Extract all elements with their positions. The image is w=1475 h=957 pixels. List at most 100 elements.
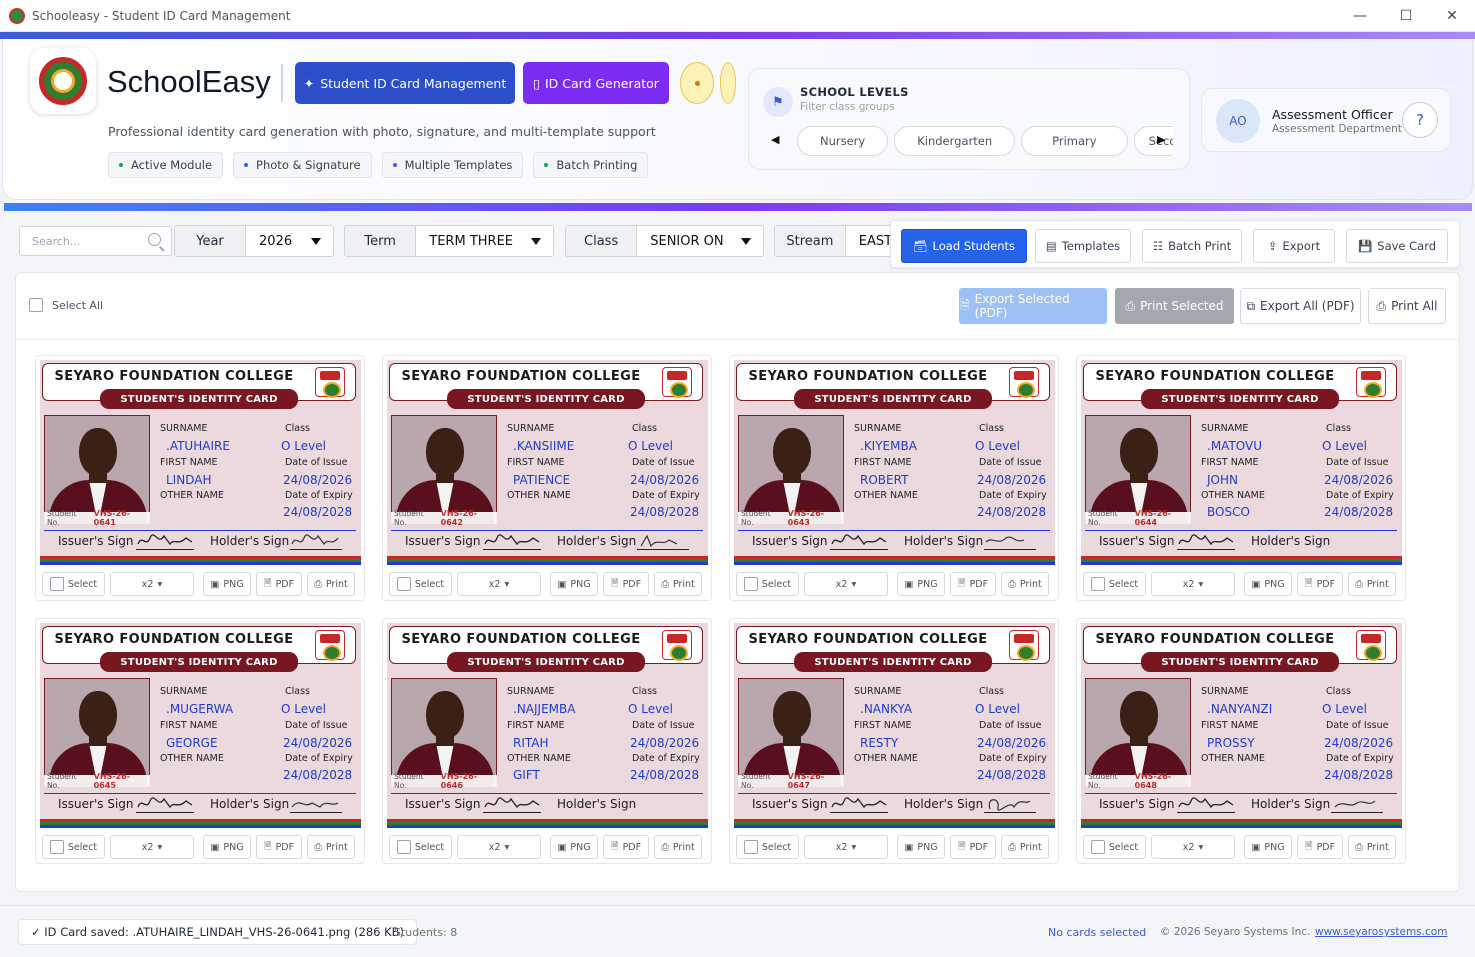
print-selected-button[interactable]: ⎙ Print Selected bbox=[1115, 288, 1234, 324]
print-button[interactable]: ⎙ Print bbox=[654, 835, 702, 859]
png-button[interactable]: ▣ PNG bbox=[897, 572, 945, 596]
export-button[interactable]: ⇪ Export bbox=[1253, 229, 1335, 263]
png-button[interactable]: ▣ PNG bbox=[1244, 572, 1292, 596]
help-button[interactable]: ? bbox=[1402, 102, 1438, 138]
checkbox-icon[interactable] bbox=[396, 577, 411, 591]
level-tab-secondary[interactable]: Seco bbox=[1133, 126, 1173, 156]
card-divider bbox=[391, 793, 703, 794]
select-card-checkbox[interactable]: Select bbox=[42, 835, 105, 859]
copies-dropdown[interactable]: x2 ▾ bbox=[1151, 835, 1235, 859]
png-button[interactable]: ▣ PNG bbox=[203, 835, 251, 859]
copies-dropdown[interactable]: x2 ▾ bbox=[110, 572, 194, 596]
print-button[interactable]: ⎙ Print bbox=[307, 572, 355, 596]
copies-dropdown[interactable]: x2 ▾ bbox=[457, 572, 541, 596]
search-input[interactable]: Search... bbox=[19, 226, 172, 256]
minimize-icon[interactable]: — bbox=[1337, 0, 1383, 32]
year-select[interactable]: 2026 bbox=[246, 226, 333, 256]
year-filter[interactable]: Year 2026 bbox=[174, 225, 334, 257]
surname-label: SURNAME bbox=[160, 686, 208, 697]
templates-button[interactable]: ▤ Templates bbox=[1035, 229, 1131, 263]
stream-filter[interactable]: Stream EAST bbox=[774, 225, 904, 257]
print-button[interactable]: ⎙ Print bbox=[1348, 835, 1396, 859]
png-button[interactable]: ▣ PNG bbox=[550, 572, 598, 596]
arrow-right-icon[interactable]: ▶ bbox=[1157, 133, 1165, 146]
copies-dropdown[interactable]: x2 ▾ bbox=[1151, 572, 1235, 596]
id-card-generator-button[interactable]: ▯ ID Card Generator bbox=[523, 62, 669, 104]
level-tab-primary[interactable]: Primary bbox=[1021, 126, 1128, 156]
print-button[interactable]: ⎙ Print bbox=[1001, 572, 1049, 596]
png-button[interactable]: ▣ PNG bbox=[897, 835, 945, 859]
id-card-preview[interactable]: SEYARO FOUNDATION COLLEGE STUDENT'S IDENT… bbox=[734, 360, 1055, 565]
arrow-left-icon[interactable]: ◀ bbox=[771, 133, 779, 146]
card-divider bbox=[738, 530, 1050, 531]
print-button[interactable]: ⎙ Print bbox=[1348, 572, 1396, 596]
export-all-button[interactable]: ⧉ Export All (PDF) bbox=[1240, 288, 1361, 324]
copies-dropdown[interactable]: x2 ▾ bbox=[804, 572, 888, 596]
select-card-checkbox[interactable]: Select bbox=[42, 572, 105, 596]
card-controls: Select x2 ▾ ▣ PNG 🗎 PDF ⎙ Print bbox=[736, 572, 1049, 596]
id-card-preview[interactable]: SEYARO FOUNDATION COLLEGE STUDENT'S IDENT… bbox=[387, 360, 708, 565]
checkbox-icon[interactable] bbox=[29, 298, 43, 312]
pdf-button[interactable]: 🗎 PDF bbox=[950, 835, 996, 859]
copies-dropdown[interactable]: x2 ▾ bbox=[804, 835, 888, 859]
class-select[interactable]: SENIOR ON bbox=[637, 226, 763, 256]
term-select[interactable]: TERM THREE bbox=[416, 226, 553, 256]
print-button[interactable]: ⎙ Print bbox=[1001, 835, 1049, 859]
checkbox-icon[interactable] bbox=[1090, 577, 1105, 591]
pdf-button[interactable]: 🗎 PDF bbox=[950, 572, 996, 596]
batch-print-button[interactable]: ☷ Batch Print bbox=[1142, 229, 1242, 263]
print-all-button[interactable]: ⎙ Print All bbox=[1368, 288, 1446, 324]
copies-dropdown[interactable]: x2 ▾ bbox=[110, 835, 194, 859]
print-button[interactable]: ⎙ Print bbox=[307, 835, 355, 859]
pdf-button[interactable]: 🗎 PDF bbox=[603, 572, 649, 596]
select-card-checkbox[interactable]: Select bbox=[1083, 835, 1146, 859]
card-controls: Select x2 ▾ ▣ PNG 🗎 PDF ⎙ Print bbox=[736, 835, 1049, 859]
id-card-preview[interactable]: SEYARO FOUNDATION COLLEGE STUDENT'S IDENT… bbox=[734, 623, 1055, 828]
id-card-preview[interactable]: SEYARO FOUNDATION COLLEGE STUDENT'S IDENT… bbox=[1081, 623, 1402, 828]
student-card: SEYARO FOUNDATION COLLEGE STUDENT'S IDENT… bbox=[35, 355, 365, 601]
id-card-preview[interactable]: SEYARO FOUNDATION COLLEGE STUDENT'S IDENT… bbox=[40, 623, 361, 828]
copies-value: x2 bbox=[1182, 841, 1195, 853]
checkbox-icon[interactable] bbox=[49, 840, 64, 854]
level-tab-kindergarten[interactable]: Kindergarten bbox=[894, 126, 1016, 156]
print-button[interactable]: ⎙ Print bbox=[654, 572, 702, 596]
class-filter[interactable]: Class SENIOR ON bbox=[565, 225, 764, 257]
save-card-button[interactable]: 💾 Save Card bbox=[1346, 229, 1448, 263]
pdf-button[interactable]: 🗎 PDF bbox=[256, 835, 302, 859]
id-card-preview[interactable]: SEYARO FOUNDATION COLLEGE STUDENT'S IDENT… bbox=[1081, 360, 1402, 565]
website-link[interactable]: www.seyarosystems.com bbox=[1315, 926, 1447, 938]
avatar[interactable]: AO bbox=[1216, 99, 1260, 143]
student-id-card-management-button[interactable]: ✦ Student ID Card Management bbox=[295, 62, 515, 104]
select-card-checkbox[interactable]: Select bbox=[1083, 572, 1146, 596]
pdf-button[interactable]: 🗎 PDF bbox=[1297, 835, 1343, 859]
id-card-preview[interactable]: SEYARO FOUNDATION COLLEGE STUDENT'S IDENT… bbox=[387, 623, 708, 828]
checkbox-icon[interactable] bbox=[49, 577, 64, 591]
png-button[interactable]: ▣ PNG bbox=[1244, 835, 1292, 859]
select-card-checkbox[interactable]: Select bbox=[736, 835, 799, 859]
pdf-button[interactable]: 🗎 PDF bbox=[256, 572, 302, 596]
png-button[interactable]: ▣ PNG bbox=[203, 572, 251, 596]
pdf-button[interactable]: 🗎 PDF bbox=[1297, 572, 1343, 596]
close-icon[interactable]: ✕ bbox=[1429, 0, 1475, 32]
checkbox-icon[interactable] bbox=[396, 840, 411, 854]
select-card-checkbox[interactable]: Select bbox=[389, 572, 452, 596]
checkbox-icon[interactable] bbox=[743, 840, 758, 854]
level-tab-nursery[interactable]: Nursery bbox=[797, 126, 889, 156]
png-button[interactable]: ▣ PNG bbox=[550, 835, 598, 859]
pdf-button[interactable]: 🗎 PDF bbox=[603, 835, 649, 859]
select-all-checkbox[interactable]: Select All bbox=[29, 298, 103, 312]
copies-dropdown[interactable]: x2 ▾ bbox=[457, 835, 541, 859]
term-filter[interactable]: Term TERM THREE bbox=[344, 225, 554, 257]
dot-icon bbox=[392, 163, 397, 167]
export-icon: ⇪ bbox=[1267, 239, 1278, 253]
checkbox-icon[interactable] bbox=[743, 577, 758, 591]
load-students-button[interactable]: 🗃 Load Students bbox=[901, 229, 1027, 263]
select-card-checkbox[interactable]: Select bbox=[389, 835, 452, 859]
select-card-checkbox[interactable]: Select bbox=[736, 572, 799, 596]
export-selected-button[interactable]: 🗎 Export Selected (PDF) bbox=[959, 288, 1107, 324]
id-card-preview[interactable]: SEYARO FOUNDATION COLLEGE STUDENT'S IDENT… bbox=[40, 360, 361, 565]
search-icon[interactable] bbox=[148, 233, 161, 246]
maximize-icon[interactable]: ☐ bbox=[1383, 0, 1429, 32]
expiry-date-label: Date of Expiry bbox=[1326, 753, 1394, 764]
checkbox-icon[interactable] bbox=[1090, 840, 1105, 854]
